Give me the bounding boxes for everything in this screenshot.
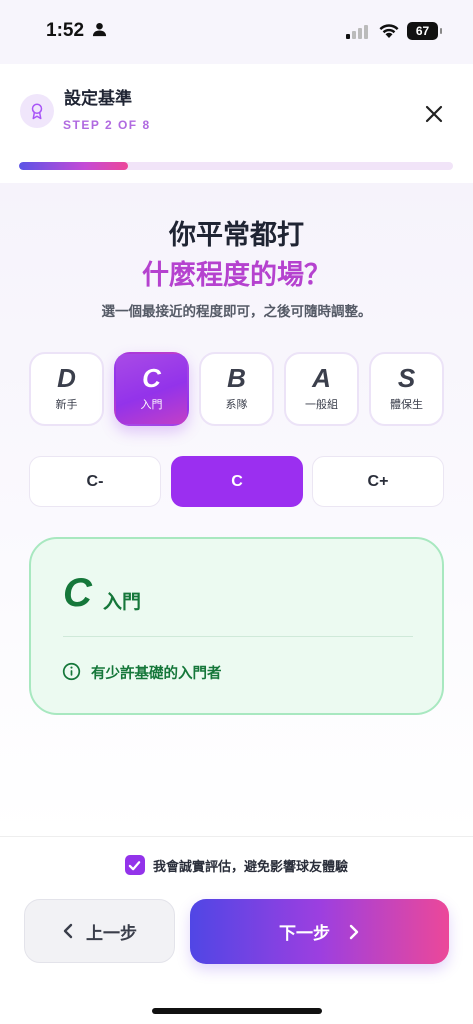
step-indicator: STEP 2 OF 8 [63, 118, 151, 132]
info-icon [62, 662, 81, 685]
selected-level-card: C 入門 有少許基礎的入門者 [29, 537, 444, 715]
sub-level-c-button[interactable]: C [171, 456, 303, 507]
level-name: 系隊 [225, 398, 248, 411]
wifi-icon [378, 22, 400, 43]
level-grade: C [142, 363, 161, 393]
person-icon [92, 22, 107, 41]
footer: 我會誠實評估，避免影響球友體驗 上一步 下一步 [0, 836, 473, 1024]
status-time: 1:52 [46, 20, 85, 41]
question-hint: 選一個最接近的程度即可，之後可隨時調整。 [101, 304, 372, 320]
check-icon [129, 860, 141, 870]
level-card-a[interactable]: A 一般組 [284, 352, 359, 426]
level-card-c[interactable]: C 入門 [114, 352, 189, 426]
home-indicator [152, 1008, 322, 1014]
consent-row: 我會誠實評估，避免影響球友體驗 [0, 853, 473, 877]
status-bar: 1:52 67 [0, 0, 473, 64]
level-name: 新手 [55, 398, 78, 411]
award-icon [20, 94, 54, 128]
chevron-right-icon [349, 924, 359, 939]
consent-checkbox[interactable] [124, 855, 145, 875]
close-button[interactable] [420, 100, 448, 128]
battery-indicator: 67 [407, 22, 442, 40]
level-grade: A [312, 363, 331, 393]
progress-fill [19, 162, 128, 170]
prev-button-label: 上一步 [86, 923, 137, 944]
question-title-line1: 你平常都打 [169, 220, 304, 251]
header: 設定基準 STEP 2 OF 8 [0, 64, 473, 160]
level-name: 入門 [140, 398, 163, 411]
level-grade: B [227, 363, 246, 393]
next-button[interactable]: 下一步 [190, 899, 449, 964]
level-grade: D [57, 363, 76, 393]
sub-level-c-plus-button[interactable]: C+ [312, 456, 444, 507]
selected-level-name: 入門 [103, 591, 142, 613]
chevron-left-icon [63, 923, 73, 939]
consent-label: 我會誠實評估，避免影響球友體驗 [152, 859, 348, 875]
level-name: 一般組 [305, 398, 338, 411]
sub-level-c-minus-button[interactable]: C- [29, 456, 161, 507]
sub-level-selector: C- C C+ [29, 456, 445, 508]
next-button-label: 下一步 [279, 924, 330, 944]
level-name: 體保生 [390, 398, 423, 411]
divider [63, 636, 413, 637]
selected-level-description: 有少許基礎的入門者 [91, 666, 222, 682]
level-card-s[interactable]: S 體保生 [369, 352, 444, 426]
selected-level-grade: C [63, 571, 92, 615]
page-title: 設定基準 [64, 89, 132, 109]
level-card-d[interactable]: D 新手 [29, 352, 104, 426]
level-selector: D 新手 C 入門 B 系隊 A 一般組 S 體保生 [29, 352, 445, 428]
level-grade: S [397, 363, 416, 393]
progress-bar [19, 162, 453, 170]
close-icon [425, 105, 443, 123]
level-card-b[interactable]: B 系隊 [199, 352, 274, 426]
signal-icon [346, 24, 370, 43]
prev-button[interactable]: 上一步 [24, 899, 175, 963]
question-title-line2: 什麼程度的場？ [142, 260, 331, 291]
